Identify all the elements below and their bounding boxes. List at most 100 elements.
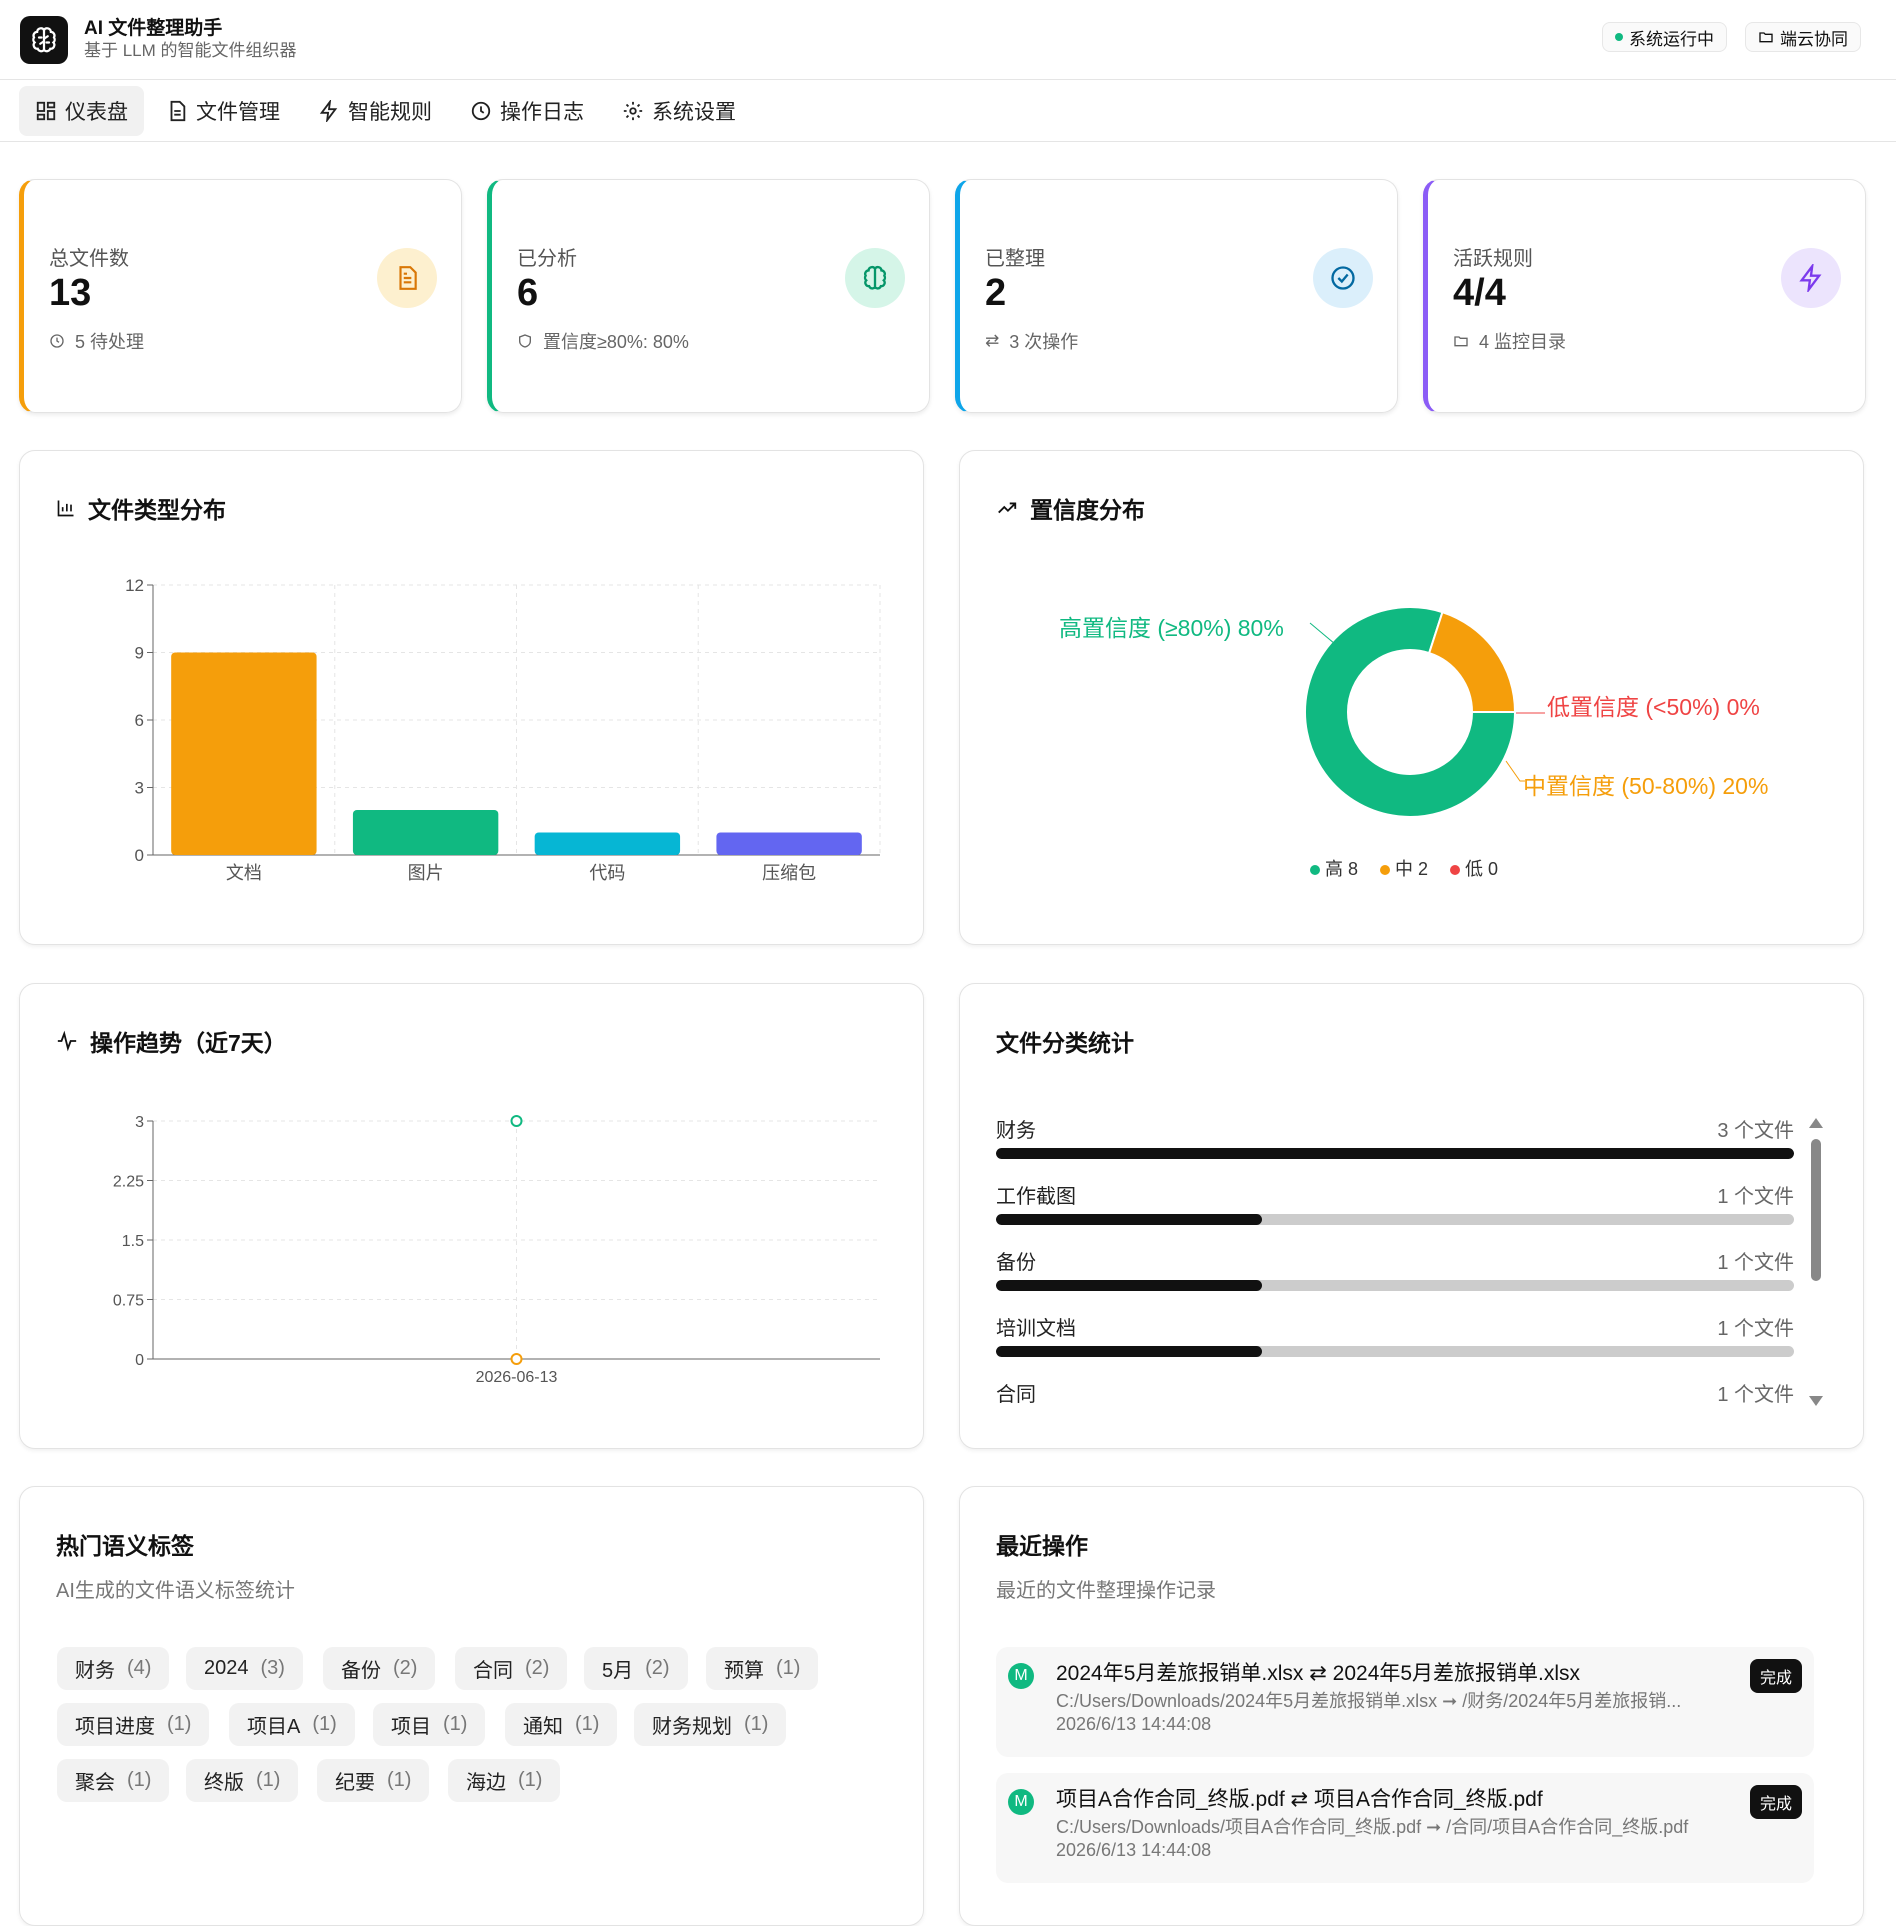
- status-dot-icon: [1615, 33, 1623, 41]
- tag-chip[interactable]: 纪要 (1): [317, 1759, 430, 1802]
- scroll-down-icon[interactable]: [1809, 1396, 1823, 1406]
- tag-chip[interactable]: 终版 (1): [186, 1759, 299, 1802]
- tag-name: 合同: [473, 1660, 513, 1682]
- category-name: 培训文档: [996, 1318, 1076, 1340]
- stat-card-analyzed: 已分析 6 置信度≥80%: 80%: [487, 179, 930, 413]
- tab-label: 操作日志: [500, 100, 584, 124]
- brain-logo-icon: [20, 15, 68, 64]
- tag-chip[interactable]: 项目 (1): [373, 1703, 486, 1746]
- operation-time: 2026/6/13 14:44:08: [1056, 1840, 1212, 1860]
- y-tick-label: 0: [135, 1352, 144, 1369]
- bar: [534, 832, 681, 855]
- tag-count: (1): [312, 1713, 337, 1735]
- legend-dot-icon: [1310, 865, 1320, 875]
- chart-legend: 高 8 中 2 低 0: [1310, 855, 1498, 881]
- status-badge: 完成: [1749, 1659, 1802, 1693]
- tag-chip[interactable]: 财务 (4): [57, 1647, 170, 1690]
- move-badge-icon: M: [1008, 1663, 1034, 1689]
- tag-chip[interactable]: 海边 (1): [448, 1759, 561, 1802]
- label-low: 低置信度 (<50%) 0%: [1547, 694, 1760, 720]
- stat-value: 13: [49, 272, 92, 314]
- legend-label: 低 0: [1465, 859, 1499, 879]
- tab-label: 系统设置: [652, 100, 736, 124]
- stat-label: 已整理: [985, 248, 1045, 270]
- data-point: [510, 1353, 523, 1365]
- scrollbar-thumb[interactable]: [1811, 1139, 1821, 1281]
- tag-chip[interactable]: 财务规划 (1): [634, 1703, 787, 1746]
- stat-footer-text: 4 监控目录: [1479, 332, 1567, 352]
- tag-name: 5月: [602, 1660, 634, 1682]
- folder-icon: [1454, 336, 1468, 347]
- progress-fill: [996, 1214, 1262, 1225]
- card-title: 最近操作: [996, 1533, 1088, 1559]
- tag-chip[interactable]: 项目A (1): [229, 1703, 355, 1746]
- tag-name: 财务规划: [652, 1716, 732, 1738]
- tag-name: 通知: [523, 1716, 563, 1738]
- tag-count: (2): [645, 1657, 670, 1679]
- tab-rules[interactable]: 智能规则: [302, 86, 448, 136]
- app-header: AI 文件整理助手 基于 LLM 的智能文件组织器 系统运行中 端云协同: [0, 0, 1896, 80]
- tab-label: 文件管理: [196, 100, 280, 124]
- label-mid: 中置信度 (50-80%) 20%: [1523, 773, 1769, 799]
- tag-name: 备份: [341, 1660, 381, 1682]
- tab-dashboard[interactable]: 仪表盘: [19, 85, 144, 136]
- dashboard-icon: [36, 101, 56, 120]
- file-type-bar-chart: 0 3 6 9 12 文档 图片 代码 压缩包: [125, 576, 881, 883]
- category-progress: [996, 1148, 1794, 1159]
- category-count: 1 个文件: [1717, 1252, 1794, 1274]
- y-tick-label: 3: [135, 1114, 144, 1131]
- tag-name: 聚会: [75, 1772, 115, 1794]
- tag-count: (3): [260, 1657, 285, 1679]
- stat-footer: 4 监控目录: [1453, 328, 1566, 354]
- tag-count: (4): [127, 1657, 152, 1679]
- category-name: 合同: [996, 1384, 1036, 1406]
- tag-chip[interactable]: 合同 (2): [455, 1647, 568, 1690]
- tag-count: (1): [256, 1769, 281, 1791]
- tag-chip[interactable]: 预算 (1): [706, 1647, 819, 1690]
- tag-chip[interactable]: 聚会 (1): [57, 1759, 170, 1802]
- scroll-up-icon[interactable]: [1809, 1118, 1823, 1128]
- bar: [352, 810, 499, 855]
- stat-label: 已分析: [517, 248, 577, 270]
- tag-chip[interactable]: 2024 (3): [186, 1647, 303, 1690]
- operation-title: 项目A合作合同_终版.pdf ⇄ 项目A合作合同_终版.pdf: [1056, 1788, 1543, 1811]
- category-progress: [996, 1214, 1794, 1225]
- card-subtitle: 最近的文件整理操作记录: [996, 1580, 1216, 1602]
- tag-name: 2024: [204, 1657, 249, 1679]
- tag-chip[interactable]: 5月 (2): [584, 1647, 688, 1690]
- tag-count: (1): [387, 1769, 412, 1791]
- category-count: 3 个文件: [1717, 1120, 1794, 1142]
- y-tick-label: 1.5: [122, 1233, 144, 1250]
- gear-icon: [623, 101, 643, 120]
- tag-chip[interactable]: 项目进度 (1): [57, 1703, 210, 1746]
- category-progress: [996, 1280, 1794, 1291]
- stat-footer-text: 置信度≥80%: 80%: [543, 332, 689, 352]
- stat-label: 总文件数: [49, 248, 129, 270]
- operation-item[interactable]: M 项目A合作合同_终版.pdf ⇄ 项目A合作合同_终版.pdf C:/Use…: [996, 1773, 1814, 1883]
- operation-path: C:/Users/Downloads/2024年5月差旅报销单.xlsx ➞ /…: [1056, 1691, 1682, 1711]
- tag-name: 财务: [75, 1660, 115, 1682]
- stat-footer: 5 待处理: [49, 328, 144, 354]
- tag-count: (1): [518, 1769, 543, 1791]
- operation-item[interactable]: M 2024年5月差旅报销单.xlsx ⇄ 2024年5月差旅报销单.xlsx …: [996, 1647, 1814, 1757]
- tab-logs[interactable]: 操作日志: [454, 86, 600, 136]
- tag-chip[interactable]: 备份 (2): [323, 1647, 436, 1690]
- tag-name: 预算: [724, 1660, 764, 1682]
- tag-name: 纪要: [335, 1772, 375, 1794]
- clock-icon: [471, 101, 491, 120]
- progress-fill: [996, 1346, 1262, 1357]
- legend-label: 高 8: [1325, 859, 1359, 879]
- x-tick-label: 图片: [408, 863, 444, 883]
- legend-dot-icon: [1450, 865, 1461, 875]
- stat-label: 活跃规则: [1453, 248, 1533, 270]
- stat-footer: ⇄ 3 次操作: [985, 328, 1078, 354]
- sync-badge[interactable]: 端云协同: [1745, 22, 1861, 52]
- card-subtitle: AI生成的文件语义标签统计: [56, 1580, 295, 1602]
- category-name: 财务: [996, 1120, 1036, 1142]
- tab-settings[interactable]: 系统设置: [606, 86, 752, 136]
- folder-icon: [1759, 32, 1773, 43]
- tab-files[interactable]: 文件管理: [150, 86, 296, 136]
- tag-chip[interactable]: 通知 (1): [505, 1703, 618, 1746]
- swap-icon: ⇄: [985, 331, 1000, 350]
- tag-name: 项目: [391, 1716, 431, 1738]
